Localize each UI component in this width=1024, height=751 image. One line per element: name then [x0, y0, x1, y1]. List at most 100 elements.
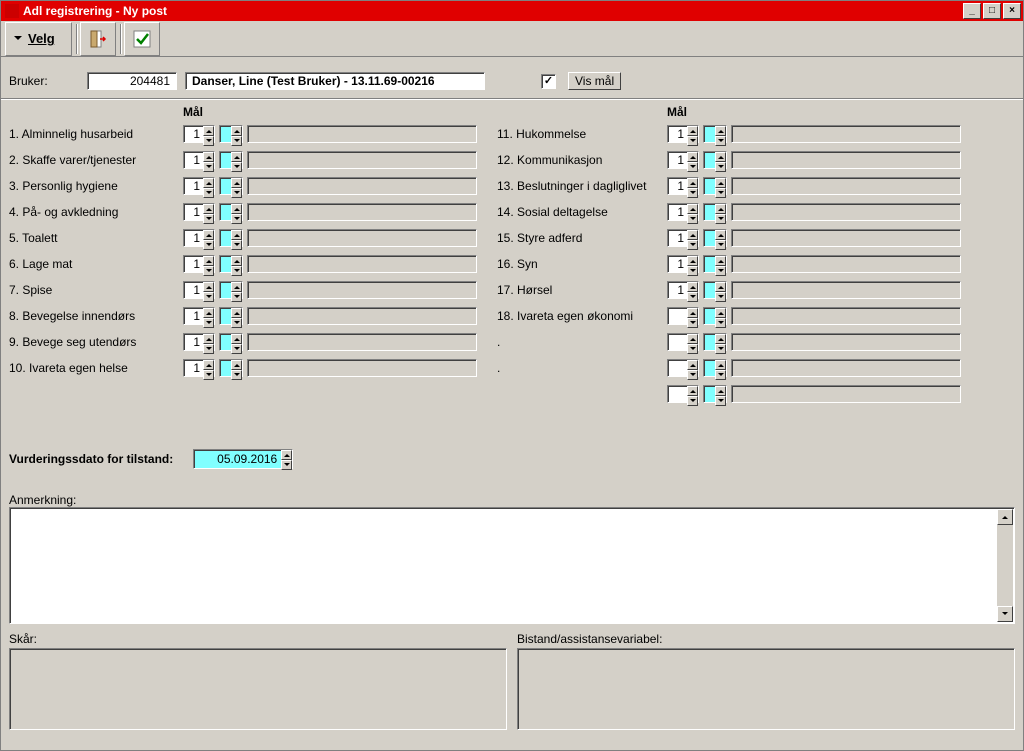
- spin-up-button[interactable]: [231, 308, 242, 318]
- adl-row-comment[interactable]: [731, 151, 961, 169]
- spin-down-button[interactable]: [687, 344, 698, 354]
- spin-down-button[interactable]: [715, 136, 726, 146]
- adl-row-comment[interactable]: [731, 125, 961, 143]
- adl-row-comment[interactable]: [731, 333, 961, 351]
- spin-down-button[interactable]: [715, 370, 726, 380]
- adl-value-spinner[interactable]: 1: [183, 333, 215, 351]
- spin-up-button[interactable]: [715, 204, 726, 214]
- spin-down-button[interactable]: [231, 188, 242, 198]
- adl-maal-spinner[interactable]: [703, 359, 727, 377]
- date-down-button[interactable]: [281, 460, 292, 470]
- skaar-area[interactable]: [9, 648, 507, 730]
- maximize-button[interactable]: □: [983, 3, 1001, 19]
- adl-value-spinner[interactable]: 1: [667, 177, 699, 195]
- adl-value-spinner[interactable]: 1: [183, 151, 215, 169]
- spin-up-button[interactable]: [203, 126, 214, 136]
- scroll-down-button[interactable]: [997, 606, 1013, 622]
- spin-down-button[interactable]: [203, 188, 214, 198]
- spin-up-button[interactable]: [687, 386, 698, 396]
- adl-row-comment[interactable]: [247, 255, 477, 273]
- adl-row-comment[interactable]: [731, 177, 961, 195]
- spin-down-button[interactable]: [687, 396, 698, 406]
- adl-maal-spinner[interactable]: [703, 177, 727, 195]
- adl-maal-spinner[interactable]: [703, 151, 727, 169]
- adl-row-comment[interactable]: [247, 229, 477, 247]
- spin-down-button[interactable]: [231, 162, 242, 172]
- adl-value-spinner[interactable]: 1: [183, 281, 215, 299]
- vurderingsdato-field[interactable]: 05.09.2016: [193, 449, 293, 469]
- adl-row-comment[interactable]: [731, 307, 961, 325]
- scroll-up-button[interactable]: [997, 509, 1013, 525]
- adl-maal-spinner[interactable]: [703, 333, 727, 351]
- spin-up-button[interactable]: [231, 178, 242, 188]
- spin-up-button[interactable]: [231, 204, 242, 214]
- toolbar-confirm-button[interactable]: [124, 22, 160, 56]
- spin-down-button[interactable]: [715, 266, 726, 276]
- adl-maal-spinner[interactable]: [219, 281, 243, 299]
- adl-value-spinner[interactable]: 1: [183, 307, 215, 325]
- spin-up-button[interactable]: [687, 204, 698, 214]
- adl-value-spinner[interactable]: [667, 307, 699, 325]
- adl-value-spinner[interactable]: 1: [183, 177, 215, 195]
- spin-down-button[interactable]: [203, 214, 214, 224]
- minimize-button[interactable]: _: [963, 3, 981, 19]
- adl-row-comment[interactable]: [247, 151, 477, 169]
- adl-value-spinner[interactable]: [667, 359, 699, 377]
- spin-up-button[interactable]: [203, 308, 214, 318]
- adl-maal-spinner[interactable]: [219, 203, 243, 221]
- vis-maal-checkbox[interactable]: [541, 74, 556, 89]
- adl-maal-spinner[interactable]: [703, 229, 727, 247]
- scrollbar[interactable]: [997, 509, 1013, 622]
- spin-up-button[interactable]: [687, 178, 698, 188]
- close-button[interactable]: ×: [1003, 3, 1021, 19]
- spin-down-button[interactable]: [687, 136, 698, 146]
- spin-up-button[interactable]: [715, 256, 726, 266]
- spin-down-button[interactable]: [715, 214, 726, 224]
- spin-up-button[interactable]: [715, 152, 726, 162]
- spin-up-button[interactable]: [231, 334, 242, 344]
- adl-maal-spinner[interactable]: [219, 255, 243, 273]
- adl-maal-spinner[interactable]: [219, 151, 243, 169]
- adl-value-spinner[interactable]: 1: [667, 151, 699, 169]
- adl-value-spinner[interactable]: 1: [667, 203, 699, 221]
- adl-value-spinner[interactable]: 1: [667, 281, 699, 299]
- bruker-id-field[interactable]: 204481: [87, 72, 177, 90]
- spin-down-button[interactable]: [715, 396, 726, 406]
- date-up-button[interactable]: [281, 450, 292, 460]
- spin-up-button[interactable]: [203, 152, 214, 162]
- toolbar-exit-button[interactable]: [80, 22, 116, 56]
- vis-maal-button[interactable]: Vis mål: [568, 72, 621, 90]
- spin-up-button[interactable]: [715, 178, 726, 188]
- spin-up-button[interactable]: [203, 282, 214, 292]
- spin-down-button[interactable]: [203, 162, 214, 172]
- spin-down-button[interactable]: [687, 162, 698, 172]
- spin-down-button[interactable]: [203, 370, 214, 380]
- spin-down-button[interactable]: [687, 240, 698, 250]
- spin-down-button[interactable]: [203, 136, 214, 146]
- spin-up-button[interactable]: [231, 230, 242, 240]
- spin-down-button[interactable]: [231, 318, 242, 328]
- spin-down-button[interactable]: [715, 344, 726, 354]
- adl-row-comment[interactable]: [731, 385, 961, 403]
- spin-up-button[interactable]: [687, 256, 698, 266]
- adl-value-spinner[interactable]: [667, 333, 699, 351]
- spin-down-button[interactable]: [687, 292, 698, 302]
- adl-maal-spinner[interactable]: [703, 125, 727, 143]
- spin-down-button[interactable]: [715, 240, 726, 250]
- spin-down-button[interactable]: [231, 136, 242, 146]
- adl-row-comment[interactable]: [731, 203, 961, 221]
- velg-dropdown-button[interactable]: Velg: [5, 22, 72, 56]
- adl-row-comment[interactable]: [247, 333, 477, 351]
- adl-maal-spinner[interactable]: [219, 177, 243, 195]
- spin-up-button[interactable]: [715, 386, 726, 396]
- spin-down-button[interactable]: [231, 266, 242, 276]
- spin-up-button[interactable]: [203, 178, 214, 188]
- spin-up-button[interactable]: [715, 282, 726, 292]
- spin-down-button[interactable]: [231, 370, 242, 380]
- adl-value-spinner[interactable]: 1: [183, 229, 215, 247]
- spin-down-button[interactable]: [203, 240, 214, 250]
- spin-down-button[interactable]: [715, 292, 726, 302]
- spin-down-button[interactable]: [231, 292, 242, 302]
- bruker-name-field[interactable]: Danser, Line (Test Bruker) - 13.11.69-00…: [185, 72, 485, 90]
- spin-up-button[interactable]: [715, 126, 726, 136]
